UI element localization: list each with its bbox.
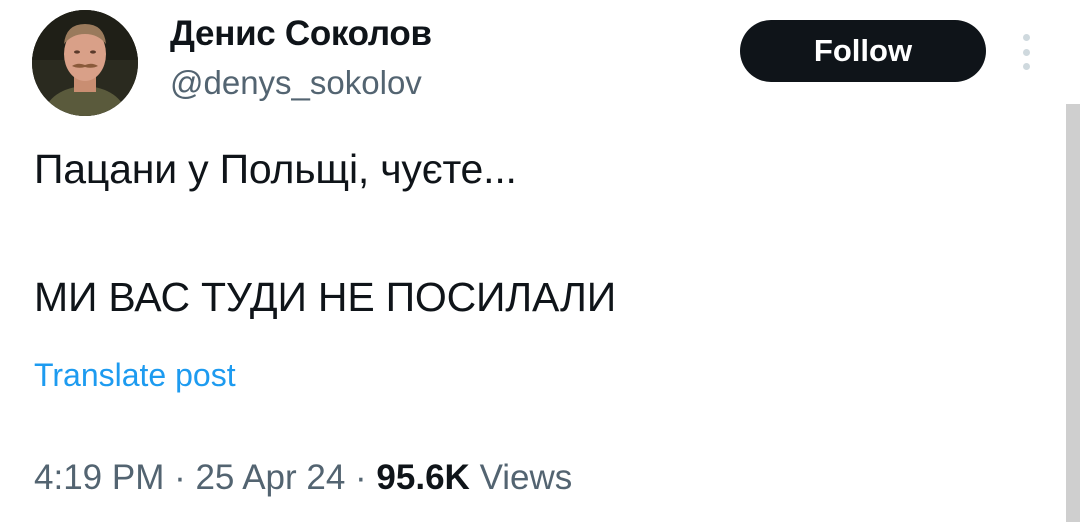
tweet-time[interactable]: 4:19 PM [34,458,164,497]
author-display-name[interactable]: Денис Соколов [170,14,432,54]
author-handle[interactable]: @denys_sokolov [170,64,422,102]
avatar-photo [32,10,138,116]
tweet-text-line: Пацани у Польщі, чуєте... [34,146,517,192]
avatar[interactable] [32,10,138,116]
views-label: Views [479,458,573,497]
tweet-text-line: МИ ВАС ТУДИ НЕ ПОСИЛАЛИ [34,274,617,320]
meta-separator: · [164,458,196,497]
translate-post-link[interactable]: Translate post [34,357,236,394]
scrollbar[interactable] [1066,104,1080,522]
more-dot [1022,63,1030,70]
more-dot [1022,48,1030,56]
more-vertical-icon[interactable] [1014,34,1038,70]
views-count: 95.6K [376,458,470,497]
meta-separator: · [345,458,377,497]
follow-button[interactable]: Follow [740,20,986,82]
tweet-date[interactable]: 25 Apr 24 [195,458,345,497]
tweet-meta: 4:19 PM · 25 Apr 24 · 95.6K Views [34,458,572,498]
more-dot [1022,34,1030,41]
